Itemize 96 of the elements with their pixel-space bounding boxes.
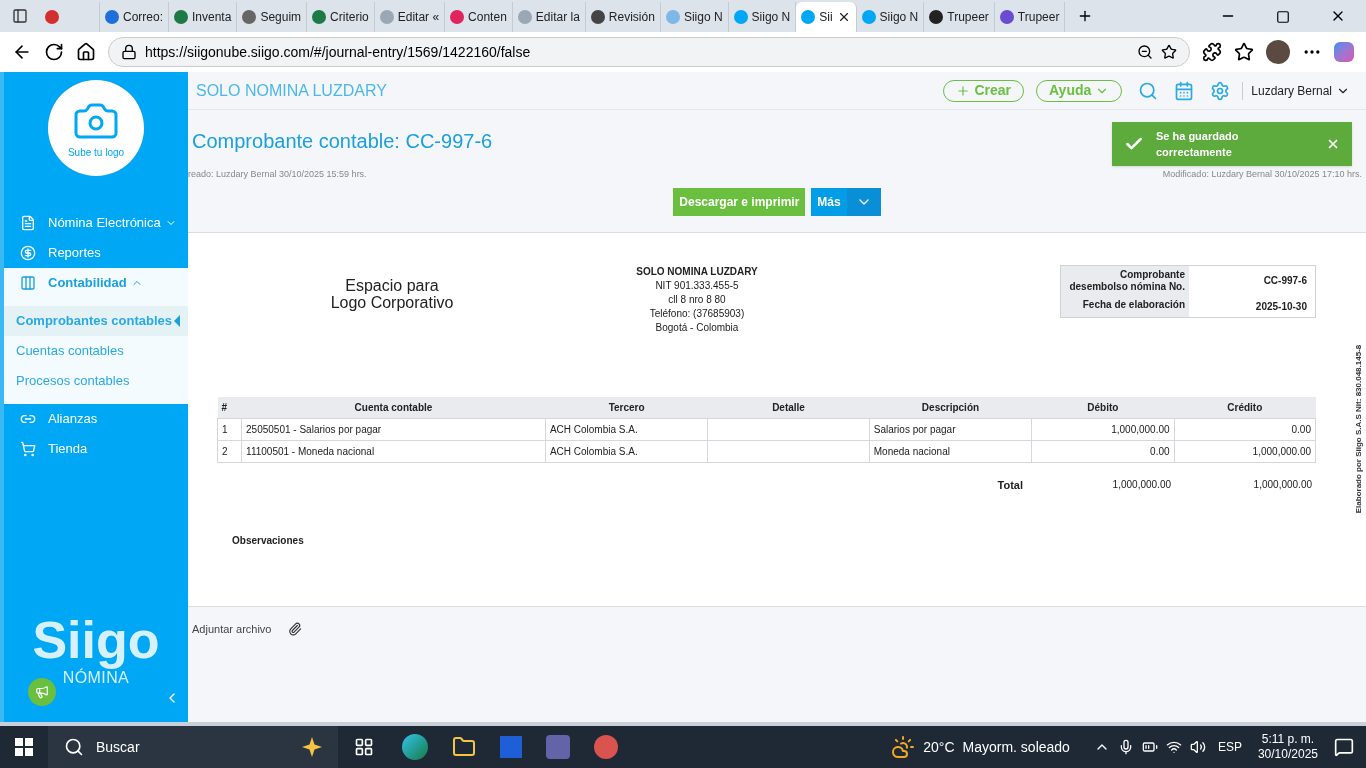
tab-title: Siigo N	[683, 9, 723, 26]
table-cell: 1,000,000.00	[1031, 418, 1175, 440]
tab-title: Revisión	[608, 9, 655, 26]
selected-pointer-icon	[174, 315, 180, 327]
temperature: 20°C	[923, 737, 955, 757]
table-cell: 2	[217, 440, 242, 462]
table-cell: ACH Colombia S.A.	[545, 418, 708, 440]
volume-icon	[1189, 739, 1206, 755]
table-cell: 1,000,000.00	[1174, 440, 1316, 462]
megaphone-icon	[35, 685, 49, 699]
tab-title: Inventa	[192, 9, 232, 26]
table-cell: 11100501 - Moneda nacional	[241, 440, 546, 462]
observations-label: Observaciones	[231, 534, 305, 548]
plus-icon	[956, 83, 971, 98]
app-icon[interactable]	[594, 735, 618, 759]
vertical-note: Elaborado por Siigo S.A.S Nit: 830.048.145-8	[1353, 344, 1364, 513]
clock-time: 5:11 p. m.	[1261, 732, 1315, 747]
column-header: Descripción	[869, 396, 1032, 418]
favorite-icon[interactable]	[1161, 44, 1177, 60]
tab-title: Conten	[468, 9, 507, 26]
extensions-icon[interactable]	[1202, 42, 1222, 62]
folder-icon[interactable]	[452, 735, 476, 759]
column-header: Débito	[1031, 396, 1175, 418]
issuer-line: NIT 901.333.455-5	[655, 278, 739, 293]
total-debit: 1,000,000.00	[1111, 478, 1172, 493]
tab-title: Siigo N	[879, 9, 919, 26]
logo-upload-label: Sube tu logo	[67, 145, 125, 160]
tab-title: Editar la	[535, 9, 580, 26]
info-value: 2025-10-30	[1254, 299, 1308, 314]
taskbar-search[interactable]: Buscar	[48, 726, 338, 768]
issuer-line: cll 8 nro 8 80	[668, 292, 726, 307]
clock-date: 30/10/2025	[1257, 747, 1318, 762]
column-header: #	[217, 396, 242, 418]
search-icon	[64, 737, 84, 757]
home-icon[interactable]	[76, 42, 96, 62]
weather-text: Mayorm. soleado	[962, 737, 1070, 757]
table-cell: 1	[217, 418, 242, 440]
toast-message: Se ha guardado correctamente	[1156, 128, 1240, 160]
browser-tab[interactable]: Sii	[796, 2, 857, 32]
nav-icon	[20, 245, 36, 261]
tab-title: Trupeer	[947, 9, 989, 26]
table-cell: Salarios por pagar	[869, 418, 1032, 440]
logo-placeholder-text: Espacio para Logo Corporativo	[330, 276, 454, 311]
nav-icon	[20, 441, 36, 457]
table-cell: Moneda nacional	[869, 440, 1032, 462]
issuer-line: Teléfono: (37685903)	[649, 306, 745, 321]
nav-icon	[20, 215, 36, 231]
info-label: Fecha de elaboración	[1061, 295, 1189, 317]
created-info: reado: Luzdary Bernal 30/10/2025 15:59 hrs.	[188, 168, 367, 181]
address-field[interactable]: https://siigonube.siigo.com/#/journal-entry/1569/1422160/false	[108, 37, 1190, 67]
browser-app-icon[interactable]	[402, 734, 428, 760]
issuer-line: Bogotá - Colombia	[655, 320, 739, 335]
lock-icon	[121, 44, 137, 60]
column-header: Cuenta contable	[241, 396, 546, 418]
copilot-icon[interactable]	[1334, 42, 1354, 62]
profile-avatar[interactable]	[1266, 40, 1290, 64]
user-menu[interactable]: Luzdary Bernal	[1242, 81, 1358, 100]
column-header: Tercero	[545, 396, 708, 418]
table-cell: ACH Colombia S.A.	[545, 440, 708, 462]
modified-info: Modificado: Luzdary Bernal 30/10/2025 17:10 hrs.	[1162, 168, 1362, 181]
tab-title: Seguim	[260, 9, 302, 26]
wifi-icon	[1165, 739, 1182, 755]
tab-title: Siigo N	[751, 9, 791, 26]
task-view-icon[interactable]	[354, 737, 374, 757]
tab-title: Correo:	[123, 9, 163, 26]
tab-actions-icon[interactable]	[12, 8, 28, 24]
attach-label: Adjuntar archivo	[192, 621, 272, 637]
language-indicator[interactable]: ESP	[1217, 738, 1242, 756]
sparkle-icon	[302, 737, 322, 757]
tab-title: Criterio	[330, 9, 369, 26]
column-header: Crédito	[1174, 396, 1316, 418]
table-cell: 25050501 - Salarios por pagar	[241, 418, 546, 440]
battery-icon	[1141, 739, 1158, 755]
info-value: CC-997-6	[1262, 274, 1308, 288]
issuer-line: SOLO NOMINA LUZDARY	[636, 264, 758, 279]
total-credit: 1,000,000.00	[1252, 478, 1313, 493]
maximize-icon[interactable]	[1276, 10, 1290, 24]
column-header: Detalle	[707, 396, 870, 418]
nav-icon	[20, 275, 36, 291]
tab-title: Editar «	[397, 9, 440, 26]
favorites-icon[interactable]	[1234, 42, 1254, 62]
tab-title: Trupeer	[1017, 9, 1060, 26]
weather-icon	[891, 735, 916, 759]
reload-icon[interactable]	[44, 42, 64, 62]
voucher-title: Comprobante contable: CC-997-6	[192, 129, 493, 154]
paperclip-icon[interactable]	[287, 621, 302, 636]
notifications-icon[interactable]	[1334, 737, 1354, 757]
info-label: Comprobante desembolso nómina No.	[1061, 265, 1189, 296]
tab-title: Sii	[819, 9, 833, 26]
brand-subtitle: NÓMINA	[62, 668, 130, 688]
total-label: Total	[996, 477, 1024, 493]
url-text: https://siigonube.siigo.com/#/journal-entry/1569/1422160/false	[145, 42, 532, 62]
zoom-icon[interactable]	[1137, 44, 1153, 60]
company-name: SOLO NOMINA LUZDARY	[196, 80, 388, 101]
table-cell: 0.00	[1031, 440, 1175, 462]
table-cell: 0.00	[1174, 418, 1316, 440]
